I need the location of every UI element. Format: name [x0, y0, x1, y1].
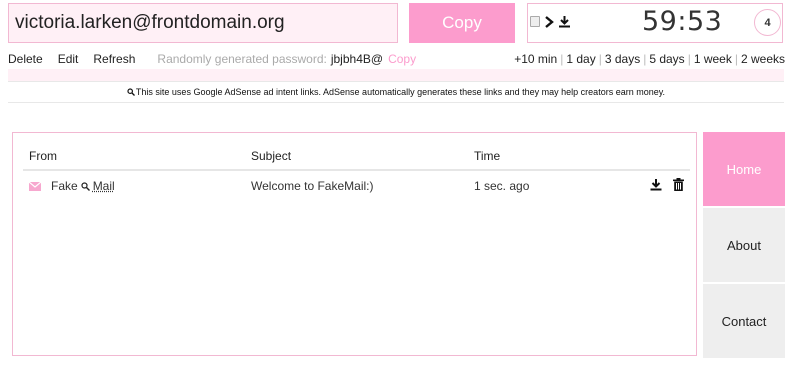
action-bar: Delete Edit Refresh Randomly generated p…	[8, 52, 416, 66]
table-row[interactable]: Fake Mail Welcome to FakeMail:) 1 sec. a…	[23, 173, 690, 199]
chevron-right-icon[interactable]	[544, 15, 554, 28]
time-cell: 1 sec. ago	[474, 179, 530, 193]
trash-icon[interactable]	[673, 178, 684, 194]
divider: |	[643, 52, 647, 66]
extend-option[interactable]: 1 week	[694, 52, 732, 66]
nav-contact[interactable]: Contact	[703, 284, 785, 358]
adsense-notice: This site uses Google AdSense ad intent …	[8, 81, 784, 103]
divider: |	[687, 52, 691, 66]
copy-password-link[interactable]: Copy	[388, 52, 416, 66]
column-header-time: Time	[474, 149, 501, 163]
inbox-table-header: From Subject Time	[23, 143, 690, 171]
email-address-text: victoria.larken@frontdomain.org	[15, 12, 285, 33]
message-count-badge[interactable]: 4	[754, 9, 781, 36]
extend-time-options: +10 min | 1 day | 3 days | 5 days | 1 we…	[514, 52, 785, 66]
sender-cell: Fake Mail	[51, 179, 115, 193]
search-icon	[81, 181, 90, 191]
search-icon	[127, 88, 136, 96]
delete-link[interactable]: Delete	[8, 52, 43, 66]
nav-home[interactable]: Home	[703, 132, 785, 206]
copy-email-button[interactable]: Copy	[409, 3, 515, 43]
divider: |	[560, 52, 564, 66]
decorative-band	[8, 69, 784, 81]
password-value: jbjbh4B@	[330, 52, 384, 66]
column-header-from: From	[29, 149, 57, 163]
extend-option[interactable]: +10 min	[514, 52, 557, 66]
column-header-subject: Subject	[251, 149, 292, 163]
broken-image-icon	[530, 16, 540, 27]
divider: |	[734, 52, 738, 66]
side-navigation: Home About Contact	[703, 132, 785, 360]
divider: |	[598, 52, 602, 66]
edit-link[interactable]: Edit	[58, 52, 79, 66]
nav-about[interactable]: About	[703, 208, 785, 282]
sender-intent-link[interactable]: Mail	[93, 179, 115, 193]
download-icon[interactable]	[650, 178, 662, 194]
password-label: Randomly generated password:	[157, 52, 327, 66]
sender-name: Fake	[51, 179, 78, 193]
extend-option[interactable]: 3 days	[605, 52, 640, 66]
envelope-icon	[28, 180, 42, 194]
timer-box: 59:53 4	[527, 3, 783, 43]
inbox-panel: From Subject Time Fake Mail Welcome to F…	[12, 132, 697, 356]
download-icon[interactable]	[558, 15, 571, 28]
extend-option[interactable]: 5 days	[649, 52, 684, 66]
refresh-link[interactable]: Refresh	[93, 52, 135, 66]
extend-option[interactable]: 1 day	[566, 52, 595, 66]
adsense-notice-text: This site uses Google AdSense ad intent …	[135, 87, 666, 97]
countdown-timer: 59:53	[642, 6, 723, 37]
extend-option[interactable]: 2 weeks	[741, 52, 785, 66]
email-address-field[interactable]: victoria.larken@frontdomain.org	[8, 3, 398, 43]
subject-cell: Welcome to FakeMail:)	[251, 179, 374, 193]
